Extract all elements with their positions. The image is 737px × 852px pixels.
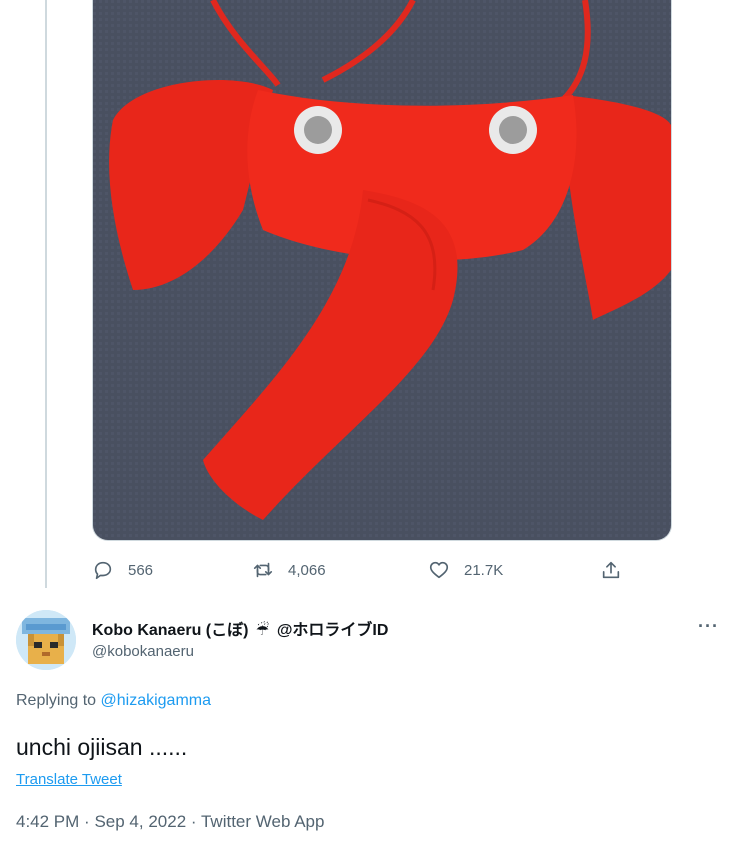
tweet-metadata: 4:42 PM · Sep 4, 2022 · Twitter Web App (16, 812, 324, 832)
avatar-image (16, 610, 76, 670)
reply-count: 566 (128, 561, 154, 579)
tweet-actions-bar: 566 4,066 21.7K (92, 556, 632, 584)
author-name-row[interactable]: Kobo Kanaeru (こぼ) ☔ @ホロライブID (92, 616, 388, 640)
display-name-suffix: @ホロライブID (276, 622, 389, 639)
separator: · (190, 812, 197, 831)
tweet-source[interactable]: Twitter Web App (201, 812, 324, 831)
retweet-button[interactable]: 4,066 (252, 556, 326, 584)
retweet-count: 4,066 (288, 561, 326, 579)
replying-to-line: Replying to @hizakigamma (16, 692, 211, 710)
replying-to-link[interactable]: @hizakigamma (101, 692, 212, 709)
tweet-photo[interactable] (92, 0, 672, 541)
tweet-time[interactable]: 4:42 PM (16, 812, 79, 831)
share-button[interactable] (600, 556, 622, 584)
avatar[interactable] (16, 610, 76, 670)
more-options-icon[interactable]: ··· (698, 616, 719, 637)
share-icon (602, 561, 620, 579)
reply-icon (94, 561, 112, 580)
photo-image (93, 0, 671, 540)
like-button[interactable]: 21.7K (428, 556, 503, 584)
like-count: 21.7K (464, 561, 504, 579)
translate-tweet-link[interactable]: Translate Tweet (16, 771, 122, 788)
display-name: Kobo Kanaeru (こぼ) (92, 622, 249, 639)
replying-prefix: Replying to (16, 692, 97, 709)
heart-icon (429, 561, 449, 579)
reply-button[interactable]: 566 (92, 556, 153, 584)
umbrella-icon: ☔ (255, 622, 270, 639)
separator: · (84, 812, 90, 831)
thread-connector-line (45, 0, 47, 588)
tweet-date[interactable]: Sep 4, 2022 (94, 812, 186, 831)
username[interactable]: @kobokanaeru (92, 643, 194, 660)
tweet-text: unchi ojiisan ...... (16, 734, 188, 760)
retweet-icon (253, 562, 273, 578)
